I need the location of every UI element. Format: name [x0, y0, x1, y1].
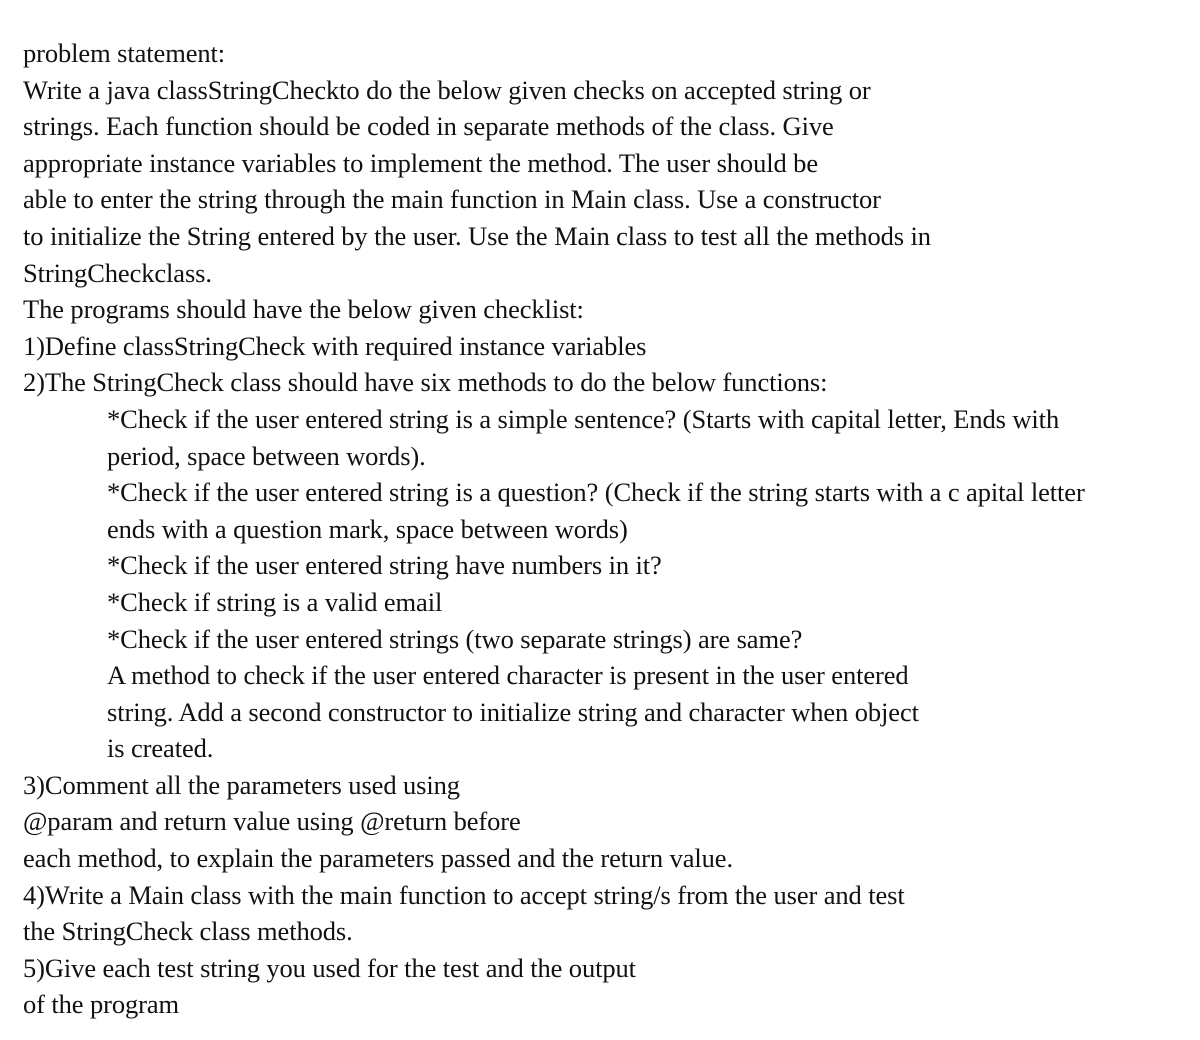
item-3-line: 3)Comment all the parameters used using: [23, 769, 460, 800]
problem-statement-document: problem statement: Write a java classStr…: [23, 35, 1193, 1023]
checklist-item-1: 1)Define classStringCheck with required …: [23, 330, 647, 361]
intro-line: able to enter the string through the mai…: [23, 184, 881, 215]
subitem-line: *Check if the user entered strings (two …: [107, 623, 803, 654]
subitem-line: *Check if the user entered string is a s…: [107, 403, 1060, 434]
item-5-line: of the program: [23, 989, 180, 1020]
intro-line: StringCheckclass.: [23, 257, 212, 288]
subitem-line: *Check if string is a valid email: [107, 586, 443, 617]
item-4-line: 4)Write a Main class with the main funct…: [23, 879, 905, 910]
checklist-item-2-subitems: *Check if the user entered string is a s…: [23, 401, 1193, 767]
subitem-line: *Check if the user entered string have n…: [107, 550, 662, 581]
subitem-line: *Check if the user entered string is a q…: [107, 477, 1085, 508]
checklist-intro: The programs should have the below given…: [23, 294, 584, 325]
checklist-item-3: 3)Comment all the parameters used using …: [23, 767, 1193, 877]
subitem-line: string. Add a second constructor to init…: [107, 696, 919, 727]
item-4-line: the StringCheck class methods.: [23, 916, 353, 947]
subitem-line: A method to check if the user entered ch…: [107, 660, 909, 691]
checklist-item-4: 4)Write a Main class with the main funct…: [23, 877, 1193, 950]
intro-paragraph: Write a java classStringCheckto do the b…: [23, 72, 1193, 292]
subitem-line: is created.: [107, 733, 214, 764]
item-5-line: 5)Give each test string you used for the…: [23, 952, 636, 983]
checklist-item-5: 5)Give each test string you used for the…: [23, 950, 1193, 1023]
heading: problem statement:: [23, 38, 226, 68]
checklist-item-2: 2)The StringCheck class should have six …: [23, 367, 828, 398]
item-3-line: each method, to explain the parameters p…: [23, 843, 733, 874]
intro-line: appropriate instance variables to implem…: [23, 147, 818, 178]
subitem-line: ends with a question mark, space between…: [107, 513, 628, 544]
intro-line: to initialize the String entered by the …: [23, 220, 931, 251]
item-3-line: @param and return value using @return be…: [23, 806, 521, 837]
intro-line: Write a java classStringCheckto do the b…: [23, 74, 871, 105]
intro-line: strings. Each function should be coded i…: [23, 111, 834, 142]
subitem-line: period, space between words).: [107, 440, 426, 471]
